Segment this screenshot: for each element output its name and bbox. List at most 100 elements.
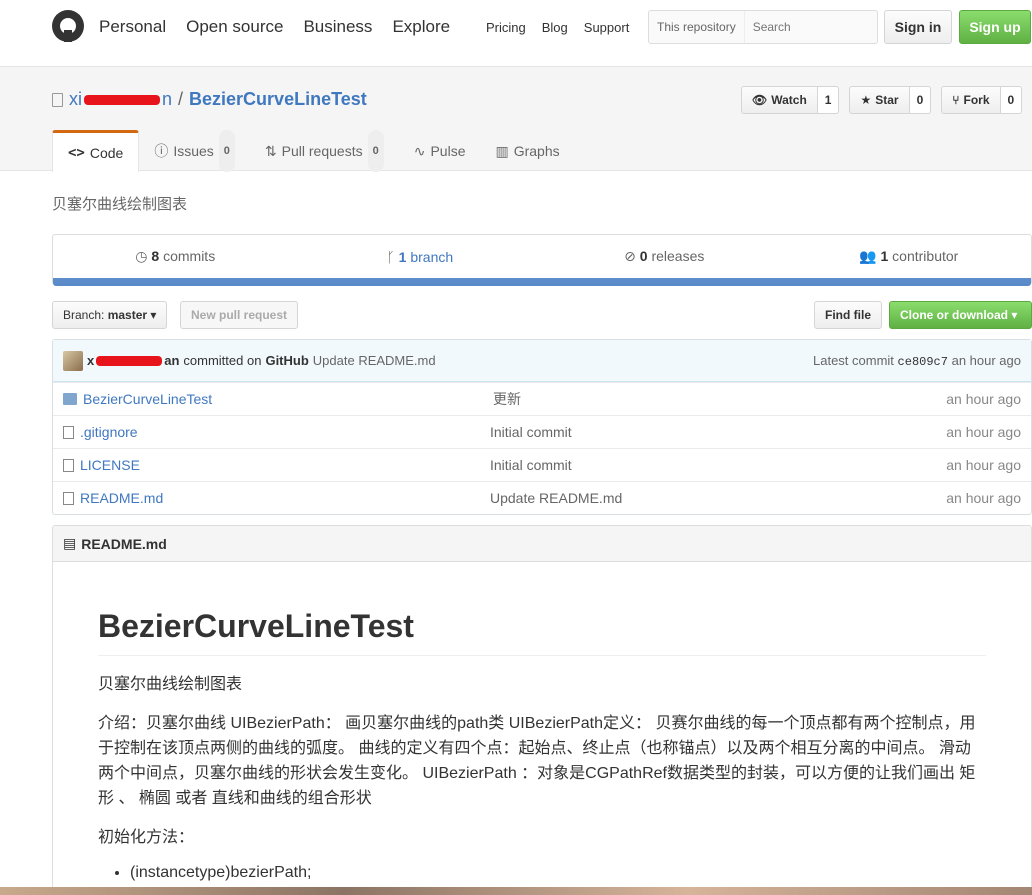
clone-download-button[interactable]: Clone or download ▾ xyxy=(889,301,1032,329)
search-scope-label: This repository xyxy=(649,11,745,43)
watch-button[interactable]: 👁 Watch xyxy=(741,86,818,114)
folder-icon xyxy=(63,393,77,405)
tab-pulse[interactable]: ∿ Pulse xyxy=(399,130,481,171)
file-row: README.md Update README.md an hour ago xyxy=(53,481,1031,514)
nav-blog[interactable]: Blog xyxy=(542,20,568,35)
file-list: x an committed on GitHub Update README.md… xyxy=(52,339,1032,515)
releases-link[interactable]: ⊘ 0 releases xyxy=(542,248,787,265)
latest-commit-label: Latest commit ce809c7 an hour ago xyxy=(813,353,1021,369)
file-name-link[interactable]: LICENSE xyxy=(80,457,490,473)
file-commit-message[interactable]: 更新 xyxy=(493,389,946,409)
file-name-link[interactable]: .gitignore xyxy=(80,424,490,440)
nav-open-source[interactable]: Open source xyxy=(186,17,283,37)
file-commit-message[interactable]: Update README.md xyxy=(490,490,946,506)
commit-platform: GitHub xyxy=(265,353,309,368)
issues-counter: 0 xyxy=(218,129,235,172)
latest-commit-bar: x an committed on GitHub Update README.md… xyxy=(53,340,1031,382)
language-bar xyxy=(53,278,1031,286)
author-prefix: x xyxy=(87,353,95,368)
branch-select-button[interactable]: Branch: master ▾ xyxy=(52,301,168,329)
file-age: an hour ago xyxy=(946,391,1021,407)
file-commit-message[interactable]: Initial commit xyxy=(490,424,946,440)
readme-header: ▤ README.md xyxy=(53,526,1031,562)
file-age: an hour ago xyxy=(946,424,1021,440)
file-name-link[interactable]: BezierCurveLineTest xyxy=(83,391,493,407)
commit-author[interactable]: x an xyxy=(87,353,179,368)
watch-label: Watch xyxy=(771,93,807,107)
nav-business[interactable]: Business xyxy=(303,17,372,37)
file-icon xyxy=(63,458,74,472)
main-nav: Personal Open source Business Explore xyxy=(99,17,450,37)
file-row: .gitignore Initial commit an hour ago xyxy=(53,415,1031,448)
branch-icon: ᚴ xyxy=(386,248,395,265)
watch-count[interactable]: 1 xyxy=(817,86,840,114)
pulse-icon: ∿ xyxy=(413,142,426,159)
nav-pricing[interactable]: Pricing xyxy=(486,20,526,35)
tag-icon: ⊘ xyxy=(624,248,636,264)
repo-tabs: <> Code ⓘ Issues 0 ⇅ Pull requests 0 ∿ P… xyxy=(52,129,575,172)
list-item: (instancetype)bezierPath; xyxy=(130,864,986,882)
pull-request-icon: ⇅ xyxy=(264,142,277,159)
contributors-link[interactable]: 👥 1 contributor xyxy=(787,248,1032,265)
fork-button[interactable]: ⑂ Fork xyxy=(941,86,1001,114)
tab-pull-requests[interactable]: ⇅ Pull requests 0 xyxy=(250,129,399,172)
commit-message-link[interactable]: Update README.md xyxy=(313,353,436,368)
tab-issues[interactable]: ⓘ Issues 0 xyxy=(139,129,250,172)
branches-count: 1 xyxy=(398,248,407,265)
branches-link[interactable]: ᚴ 1 branch xyxy=(298,249,543,265)
nav-personal[interactable]: Personal xyxy=(99,17,166,37)
site-header: Personal Open source Business Explore Pr… xyxy=(0,0,1032,67)
commits-count: 8 xyxy=(151,248,160,264)
commits-link[interactable]: ◷ 8 commits xyxy=(53,248,298,265)
new-pull-request-button[interactable]: New pull request xyxy=(180,301,299,329)
sign-up-button[interactable]: Sign up xyxy=(959,10,1031,44)
file-icon xyxy=(63,425,74,439)
tab-code[interactable]: <> Code xyxy=(52,130,140,172)
tab-graphs-label: Graphs xyxy=(513,142,560,159)
avatar[interactable] xyxy=(63,350,83,371)
file-row: BezierCurveLineTest 更新 an hour ago xyxy=(53,382,1031,415)
committed-on-text: committed on xyxy=(183,353,262,368)
readme-intro: 介绍：贝塞尔曲线 UIBezierPath： 画贝塞尔曲线的path类 UIBe… xyxy=(98,715,976,807)
owner-suffix: n xyxy=(162,89,173,109)
watch-action: 👁 Watch 1 xyxy=(741,86,840,114)
latest-commit-text: Latest commit xyxy=(813,352,894,368)
latest-commit-age: an hour ago xyxy=(951,352,1021,368)
commits-label: commits xyxy=(163,248,216,264)
nav-explore[interactable]: Explore xyxy=(392,17,450,37)
file-commit-message[interactable]: Initial commit xyxy=(490,457,946,473)
owner-prefix: xi xyxy=(69,89,82,109)
graph-icon: ▥ xyxy=(495,142,509,159)
repo-owner-link[interactable]: xi n xyxy=(69,89,172,110)
tab-pulse-label: Pulse xyxy=(430,142,466,159)
fork-label: Fork xyxy=(963,93,990,107)
numbers-summary: ◷ 8 commits ᚴ 1 branch ⊘ 0 releases 👥 1 … xyxy=(52,234,1032,286)
fork-icon: ⑂ xyxy=(952,93,960,107)
star-button[interactable]: ★ Star xyxy=(849,86,910,114)
nav-support[interactable]: Support xyxy=(584,20,630,35)
file-name-link[interactable]: README.md xyxy=(80,490,490,506)
tab-graphs[interactable]: ▥ Graphs xyxy=(480,130,574,171)
repo-name-link[interactable]: BezierCurveLineTest xyxy=(189,89,367,110)
readme-filename: README.md xyxy=(81,535,167,552)
branch-name: master xyxy=(107,308,148,322)
sub-nav: Pricing Blog Support xyxy=(486,20,629,35)
star-icon: ★ xyxy=(860,93,872,107)
readme-method-list: (instancetype)bezierPath; xyxy=(130,864,986,882)
redaction-mark xyxy=(84,95,160,106)
commit-sha-link[interactable]: ce809c7 xyxy=(898,355,948,369)
file-navigation: Branch: master ▾ New pull request Find f… xyxy=(52,301,1032,329)
readme-title: BezierCurveLineTest xyxy=(98,608,986,656)
code-icon: <> xyxy=(68,144,85,161)
repo-actions: 👁 Watch 1 ★ Star 0 ⑂ Fork 0 xyxy=(741,86,1023,114)
repo-header: xi n / BezierCurveLineTest 👁 Watch 1 ★ Star… xyxy=(0,67,1032,172)
repo-icon xyxy=(52,92,63,107)
find-file-button[interactable]: Find file xyxy=(814,301,882,329)
sign-in-button[interactable]: Sign in xyxy=(884,10,952,44)
search-input[interactable] xyxy=(744,20,865,34)
readme-subtitle: 贝塞尔曲线绘制图表 xyxy=(98,676,243,693)
github-logo-icon[interactable] xyxy=(52,10,84,42)
background-strip xyxy=(0,887,1032,895)
fork-count[interactable]: 0 xyxy=(1000,86,1023,114)
star-count[interactable]: 0 xyxy=(909,86,932,114)
